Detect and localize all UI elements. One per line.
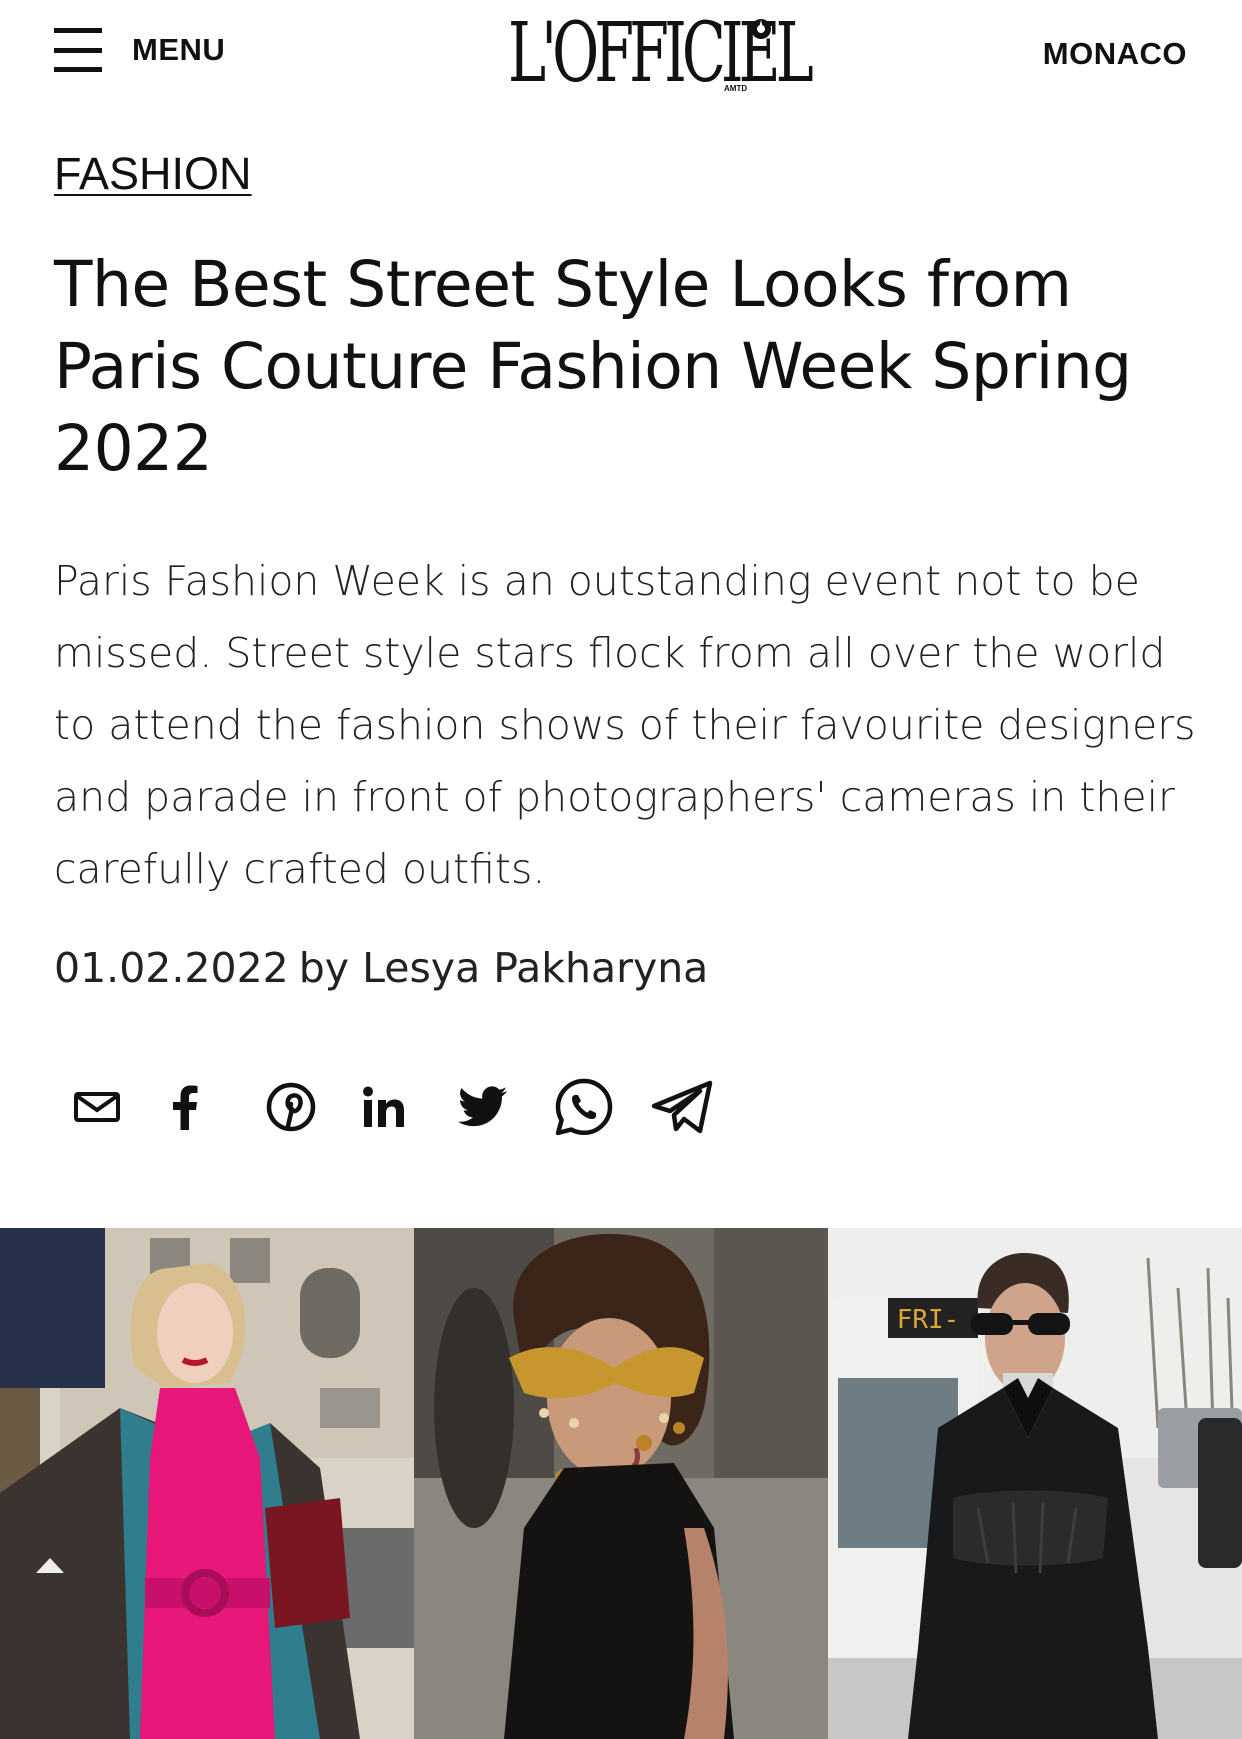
logo-flower-icon: [751, 19, 771, 39]
menu-label: MENU: [132, 32, 226, 67]
share-linkedin-button[interactable]: [362, 1075, 458, 1139]
facebook-icon: [173, 1085, 198, 1130]
bus-sign-text: FRI-: [897, 1305, 960, 1335]
share-twitter-button[interactable]: [458, 1075, 554, 1139]
byline-by: by: [298, 944, 350, 992]
menu-button[interactable]: MENU: [54, 26, 225, 74]
mail-icon: [74, 1092, 120, 1122]
share-bar: [74, 1075, 746, 1139]
publish-date: 01.02.2022: [54, 944, 289, 992]
logo-subtitle: AMTD: [724, 84, 748, 93]
site-logo[interactable]: L'OFFICIEL AMTD: [460, 6, 814, 101]
article-lead: Paris Fashion Week is an outstanding eve…: [54, 557, 1196, 893]
photo-street-style-pink-dress[interactable]: [0, 1228, 414, 1739]
article-title: The Best Street Style Looks from Paris C…: [54, 248, 1132, 485]
photo-street-style-black-corset[interactable]: FRI-: [828, 1228, 1242, 1739]
site-header: MENU L'OFFICIEL AMTD MONACO: [0, 0, 1242, 110]
category-link[interactable]: FASHION: [54, 148, 252, 200]
photo-gold-eyewear-image: [414, 1228, 828, 1739]
share-mail-button[interactable]: [74, 1075, 170, 1139]
photo-pink-dress-image: [0, 1228, 414, 1739]
logo-wordmark: L'OFFICIEL: [508, 6, 814, 101]
twitter-icon: [458, 1086, 508, 1127]
share-facebook-button[interactable]: [170, 1075, 266, 1139]
telegram-icon: [651, 1080, 713, 1134]
share-telegram-button[interactable]: [650, 1075, 746, 1139]
photo-street-style-gold-eyewear[interactable]: [414, 1228, 828, 1739]
author-link[interactable]: Lesya Pakharyna: [362, 944, 708, 992]
linkedin-icon: [363, 1086, 404, 1127]
share-pinterest-button[interactable]: [266, 1075, 362, 1139]
photo-black-corset-image: FRI-: [828, 1228, 1242, 1739]
hamburger-icon: [54, 26, 102, 74]
byline: 01.02.2022 by Lesya Pakharyna: [54, 944, 708, 992]
pinterest-icon: [266, 1082, 316, 1132]
share-whatsapp-button[interactable]: [554, 1075, 650, 1139]
region-selector[interactable]: MONACO: [1043, 36, 1187, 72]
photo-gallery: FRI-: [0, 1228, 1242, 1739]
whatsapp-icon: [555, 1078, 613, 1136]
